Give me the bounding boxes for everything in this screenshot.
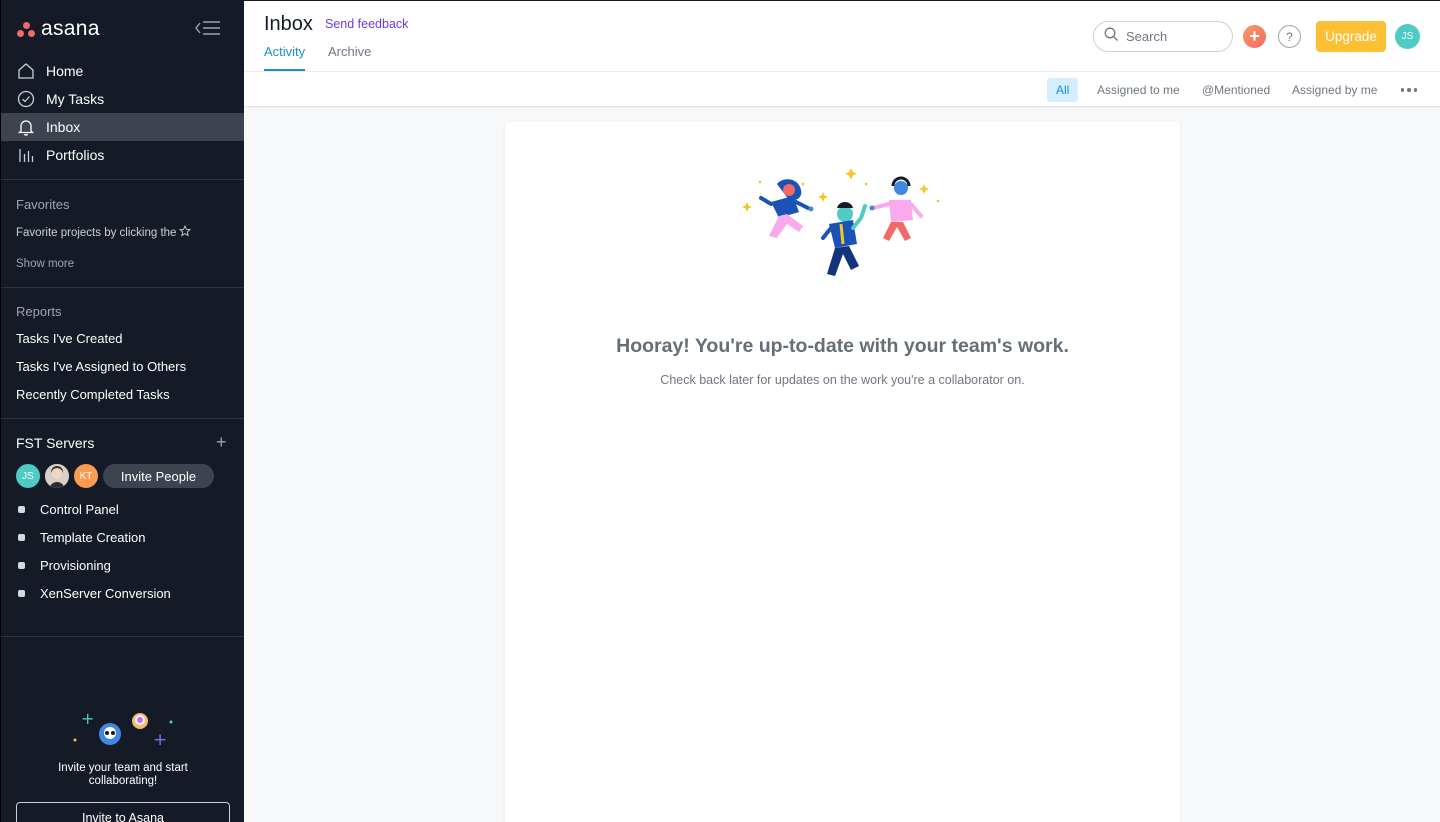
tab-activity[interactable]: Activity — [264, 44, 306, 71]
avatar-photo[interactable] — [45, 464, 69, 488]
project-color-icon — [18, 590, 25, 597]
team-name[interactable]: FST Servers — [16, 435, 94, 451]
search-input[interactable] — [1126, 29, 1216, 44]
asana-logo-icon — [17, 21, 35, 37]
page-header: Inbox Send feedback Activity Archive + ?… — [244, 0, 1440, 72]
more-options-icon[interactable] — [1398, 78, 1420, 102]
sidebar-divider — [1, 418, 244, 419]
reports-title[interactable]: Reports — [16, 304, 62, 319]
search-icon — [1104, 27, 1119, 47]
celebration-illustration — [741, 166, 945, 290]
show-more-link[interactable]: Show more — [16, 258, 74, 270]
project-control-panel[interactable]: Control Panel — [16, 502, 119, 517]
project-color-icon — [18, 506, 25, 513]
tab-archive[interactable]: Archive — [328, 44, 371, 69]
nav-my-tasks[interactable]: My Tasks — [1, 85, 244, 113]
main-nav: Home My Tasks Inbox Portfolios — [1, 57, 244, 169]
help-button[interactable]: ? — [1278, 25, 1301, 48]
report-tasks-assigned-to-others[interactable]: Tasks I've Assigned to Others — [16, 359, 186, 374]
bell-icon — [17, 118, 35, 136]
invite-promo-text: Invite your team and start collaborating… — [58, 762, 188, 787]
inbox-empty-card: Hooray! You're up-to-date with your team… — [505, 122, 1180, 822]
team-members: JS KT — [16, 464, 98, 488]
invite-people-button[interactable]: Invite People — [103, 464, 214, 488]
quick-add-button[interactable]: + — [1243, 25, 1266, 48]
user-avatar[interactable]: JS — [1395, 24, 1420, 49]
avatar[interactable]: JS — [16, 464, 40, 488]
sidebar-divider — [1, 287, 244, 288]
nav-label: Home — [46, 63, 84, 79]
project-provisioning[interactable]: Provisioning — [16, 558, 111, 573]
project-xenserver-conversion[interactable]: XenServer Conversion — [16, 586, 171, 601]
project-label: Provisioning — [40, 558, 111, 573]
empty-state-title: Hooray! You're up-to-date with your team… — [616, 335, 1069, 357]
add-project-icon[interactable]: + — [216, 433, 227, 451]
page-title: Inbox — [264, 13, 313, 35]
inbox-filter-bar: All Assigned to me @Mentioned Assigned b… — [244, 72, 1440, 107]
nav-label: My Tasks — [46, 91, 105, 107]
sidebar-divider — [1, 179, 244, 180]
invite-to-asana-button[interactable]: Invite to Asana — [16, 802, 230, 822]
collapse-sidebar-icon[interactable] — [194, 19, 222, 37]
favorites-hint: Favorite projects by clicking the — [16, 224, 192, 240]
star-outline-icon — [179, 224, 192, 240]
nav-label: Inbox — [46, 119, 81, 135]
logo-text: asana — [41, 17, 100, 40]
nav-portfolios[interactable]: Portfolios — [1, 141, 244, 169]
filter-assigned-by-me[interactable]: Assigned by me — [1286, 78, 1383, 102]
project-template-creation[interactable]: Template Creation — [16, 530, 146, 545]
project-label: Control Panel — [40, 502, 119, 517]
project-color-icon — [18, 534, 25, 541]
bar-chart-icon — [17, 146, 35, 164]
invite-team-illustration: + + — [67, 706, 179, 754]
nav-home[interactable]: Home — [1, 57, 244, 85]
favorites-hint-text: Favorite projects by clicking the — [16, 226, 177, 239]
upgrade-button[interactable]: Upgrade — [1316, 21, 1386, 52]
home-icon — [17, 62, 35, 80]
project-color-icon — [18, 562, 25, 569]
nav-label: Portfolios — [46, 147, 105, 163]
svg-text:+: + — [81, 709, 94, 728]
filter-assigned-to-me[interactable]: Assigned to me — [1091, 78, 1186, 102]
send-feedback-link[interactable]: Send feedback — [325, 17, 408, 31]
project-label: Template Creation — [40, 530, 146, 545]
sidebar: asana Home My Tasks Inbox Portfolios Fav… — [0, 0, 244, 822]
filter-all[interactable]: All — [1047, 78, 1079, 102]
favorites-title[interactable]: Favorites — [16, 197, 69, 212]
avatar[interactable]: KT — [74, 464, 98, 488]
report-recently-completed[interactable]: Recently Completed Tasks — [16, 387, 170, 402]
search-box[interactable] — [1093, 21, 1233, 52]
asana-logo[interactable]: asana — [17, 17, 100, 41]
nav-inbox[interactable]: Inbox — [1, 113, 244, 141]
check-circle-icon — [17, 90, 35, 108]
sidebar-divider — [1, 636, 244, 637]
svg-text:+: + — [153, 730, 167, 750]
project-label: XenServer Conversion — [40, 586, 171, 601]
empty-state-subtitle: Check back later for updates on the work… — [660, 373, 1025, 387]
report-tasks-created[interactable]: Tasks I've Created — [16, 331, 123, 346]
filter-mentioned[interactable]: @Mentioned — [1196, 78, 1276, 102]
